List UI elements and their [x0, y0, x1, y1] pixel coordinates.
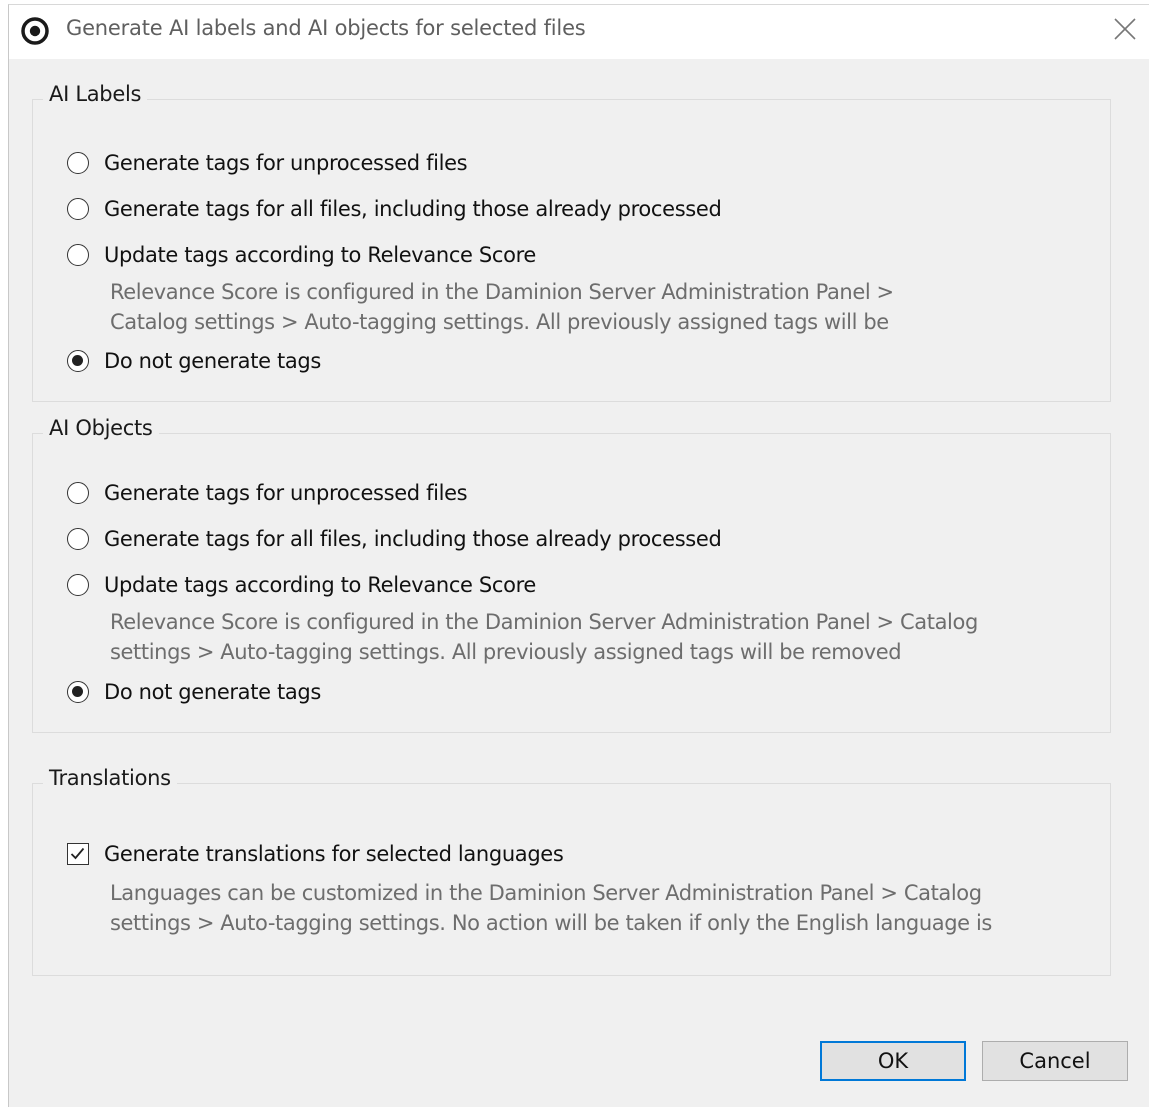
ai-labels-relevance-description: Relevance Score is configured in the Dam…: [110, 277, 894, 337]
ai-objects-group: AI Objects Generate tags for unprocessed…: [32, 416, 1111, 733]
ok-button[interactable]: OK: [820, 1041, 966, 1081]
option-label: Update tags according to Relevance Score: [104, 243, 536, 267]
option-label: Generate tags for all files, including t…: [104, 197, 722, 221]
option-label: Do not generate tags: [104, 680, 321, 704]
ai-objects-option-do-not-generate[interactable]: Do not generate tags: [67, 677, 321, 707]
description-line: settings > Auto-tagging settings. All pr…: [110, 640, 902, 664]
ai-objects-option-relevance[interactable]: Update tags according to Relevance Score: [67, 570, 536, 600]
radio-button[interactable]: [67, 244, 89, 266]
option-label: Do not generate tags: [104, 349, 321, 373]
option-label: Generate tags for all files, including t…: [104, 527, 722, 551]
translations-option-generate[interactable]: Generate translations for selected langu…: [67, 839, 564, 869]
cancel-button[interactable]: Cancel: [982, 1041, 1128, 1081]
option-label: Generate tags for unprocessed files: [104, 481, 468, 505]
translations-group: Translations Generate translations for s…: [32, 766, 1111, 976]
description-line: Languages can be customized in the Damin…: [110, 881, 982, 905]
description-line: Relevance Score is configured in the Dam…: [110, 280, 894, 304]
dialog-window: Generate AI labels and AI objects for se…: [8, 4, 1149, 1107]
radio-button[interactable]: [67, 198, 89, 220]
radio-button-selected[interactable]: [67, 350, 89, 372]
description-line: settings > Auto-tagging settings. No act…: [110, 911, 992, 935]
description-line: Relevance Score is configured in the Dam…: [110, 610, 978, 634]
radio-button[interactable]: [67, 574, 89, 596]
ai-labels-option-all-files[interactable]: Generate tags for all files, including t…: [67, 194, 722, 224]
ai-objects-relevance-description: Relevance Score is configured in the Dam…: [110, 607, 978, 667]
translations-description: Languages can be customized in the Damin…: [110, 878, 992, 938]
radio-button-selected[interactable]: [67, 681, 89, 703]
ai-labels-legend: AI Labels: [43, 82, 148, 106]
checkbox-checked[interactable]: [67, 843, 89, 865]
close-icon[interactable]: [1107, 11, 1143, 47]
checkmark-icon: [70, 847, 85, 860]
window-title: Generate AI labels and AI objects for se…: [66, 16, 586, 40]
ai-labels-option-do-not-generate[interactable]: Do not generate tags: [67, 346, 321, 376]
ai-objects-option-all-files[interactable]: Generate tags for all files, including t…: [67, 524, 722, 554]
translations-legend: Translations: [43, 766, 177, 790]
option-label: Generate tags for unprocessed files: [104, 151, 468, 175]
ai-labels-option-relevance[interactable]: Update tags according to Relevance Score: [67, 240, 536, 270]
description-line: Catalog settings > Auto-tagging settings…: [110, 310, 889, 334]
ai-objects-option-unprocessed[interactable]: Generate tags for unprocessed files: [67, 478, 468, 508]
radio-button[interactable]: [67, 152, 89, 174]
radio-button[interactable]: [67, 528, 89, 550]
option-label: Update tags according to Relevance Score: [104, 573, 536, 597]
radio-button[interactable]: [67, 482, 89, 504]
app-logo-icon: [21, 17, 49, 45]
ai-labels-group: AI Labels Generate tags for unprocessed …: [32, 82, 1111, 402]
ai-labels-option-unprocessed[interactable]: Generate tags for unprocessed files: [67, 148, 468, 178]
option-label: Generate translations for selected langu…: [104, 842, 564, 866]
ai-objects-legend: AI Objects: [43, 416, 159, 440]
title-bar: Generate AI labels and AI objects for se…: [9, 5, 1149, 59]
